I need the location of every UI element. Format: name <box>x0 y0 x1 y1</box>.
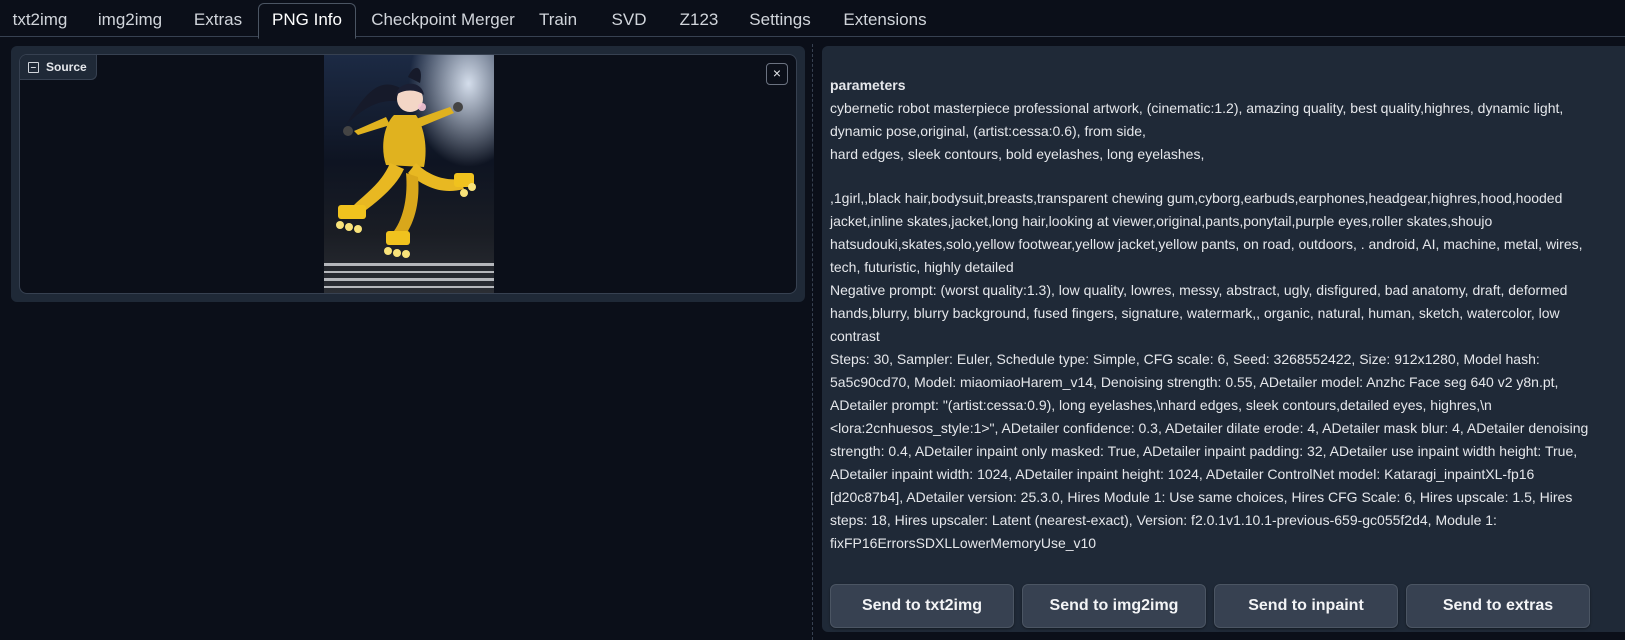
tab-img2img[interactable]: img2img <box>88 4 172 36</box>
tab-extensions[interactable]: Extensions <box>834 4 936 36</box>
parameters-panel: parameters cybernetic robot masterpiece … <box>822 46 1625 632</box>
clear-image-button[interactable]: × <box>766 63 788 85</box>
tab-bar: txt2img img2img Extras PNG Info Checkpoi… <box>0 0 1625 39</box>
send-to-inpaint-button[interactable]: Send to inpaint <box>1214 584 1398 628</box>
tab-train[interactable]: Train <box>530 4 586 36</box>
source-label-text: Source <box>46 60 87 74</box>
image-icon <box>28 61 39 73</box>
send-to-img2img-button[interactable]: Send to img2img <box>1022 584 1206 628</box>
tab-png-info[interactable]: PNG Info <box>258 3 356 39</box>
source-label: Source <box>20 55 97 80</box>
tab-extras[interactable]: Extras <box>184 4 252 36</box>
send-to-txt2img-button[interactable]: Send to txt2img <box>830 584 1014 628</box>
source-panel: Source × <box>11 46 805 302</box>
prompt-line-3: ,1girl,,black hair,bodysuit,breasts,tran… <box>830 190 1587 275</box>
tab-svd[interactable]: SVD <box>600 4 658 36</box>
prompt-line-1: cybernetic robot masterpiece professiona… <box>830 100 1568 139</box>
image-dropzone[interactable]: Source × <box>19 54 797 294</box>
source-image <box>324 55 494 293</box>
tab-z123[interactable]: Z123 <box>670 4 728 36</box>
tab-txt2img[interactable]: txt2img <box>4 4 76 36</box>
tab-settings[interactable]: Settings <box>740 4 820 36</box>
prompt-line-2: hard edges, sleek contours, bold eyelash… <box>830 146 1205 162</box>
generation-settings: Steps: 30, Sampler: Euler, Schedule type… <box>830 351 1593 551</box>
negative-prompt: Negative prompt: (worst quality:1.3), lo… <box>830 282 1572 344</box>
tab-checkpoint-merger[interactable]: Checkpoint Merger <box>368 4 518 36</box>
generation-info: parameters cybernetic robot masterpiece … <box>830 74 1600 555</box>
parameters-heading: parameters <box>830 77 906 93</box>
panel-divider <box>812 44 813 640</box>
send-to-extras-button[interactable]: Send to extras <box>1406 584 1590 628</box>
